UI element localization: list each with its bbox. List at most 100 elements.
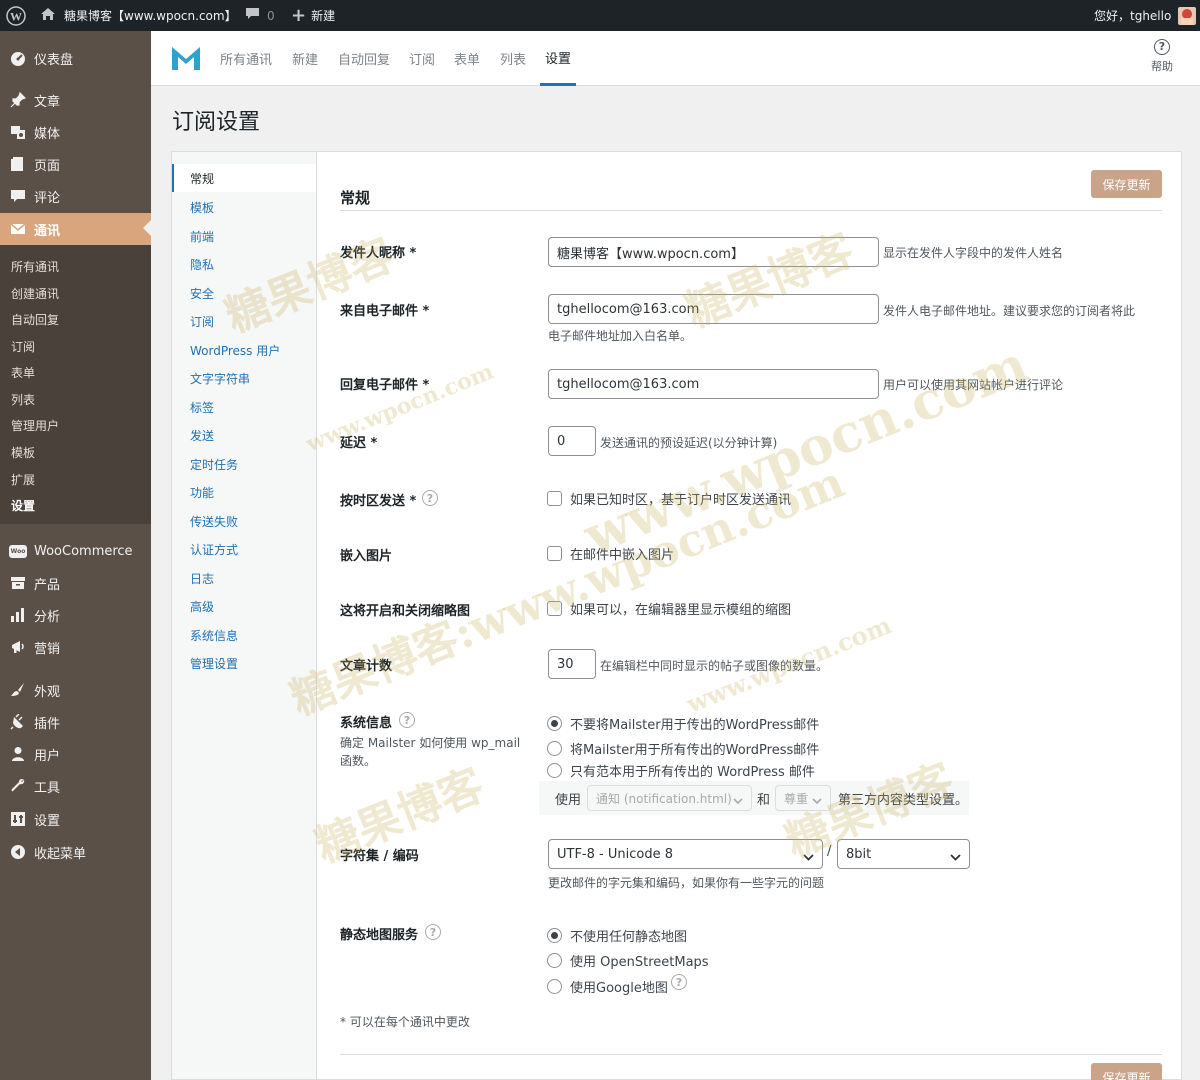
menu-collapse[interactable]: 收起菜单 xyxy=(0,837,151,867)
settings-nav: 常规 模板 前端 隐私 安全 订阅 WordPress 用户 文字字符串 标签 … xyxy=(171,151,318,1080)
menu-label: 收起菜单 xyxy=(34,846,87,862)
submenu-addons[interactable]: 扩展 xyxy=(11,471,35,488)
timezone-checkbox[interactable] xyxy=(547,491,562,506)
submenu-subscribers[interactable]: 订阅 xyxy=(11,338,35,355)
menu-settings[interactable]: 设置 xyxy=(0,804,151,834)
media-icon xyxy=(8,122,28,142)
comments-link[interactable]: 0 xyxy=(245,0,275,31)
menu-marketing[interactable]: 营销 xyxy=(0,632,151,662)
submenu-create-newsletter[interactable]: 创建通讯 xyxy=(11,285,59,302)
tab-new[interactable]: 新建 xyxy=(292,31,318,86)
settings-icon xyxy=(8,809,28,829)
system-mail-option-all: 将Mailster用于所有传出的WordPress邮件 xyxy=(570,743,820,758)
settings-nav-logs[interactable]: 日志 xyxy=(190,570,214,587)
avatar xyxy=(1178,6,1197,25)
settings-nav-capabilities[interactable]: 功能 xyxy=(190,484,214,501)
help-icon: ? xyxy=(1154,39,1170,55)
from-email-input[interactable]: tghellocom@163.com xyxy=(548,294,879,324)
submenu-all-newsletters[interactable]: 所有通讯 xyxy=(11,258,59,275)
settings-nav-bounce[interactable]: 传送失败 xyxy=(190,513,238,530)
settings-nav-template[interactable]: 模板 xyxy=(190,199,214,216)
menu-appearance[interactable]: 外观 xyxy=(0,675,151,705)
menu-dashboard[interactable]: 仪表盘 xyxy=(0,43,151,73)
help-icon[interactable]: ? xyxy=(422,490,438,506)
site-home-link[interactable]: 糖果博客【www.wpocn.com】 xyxy=(40,0,237,31)
system-mail-radio-template[interactable] xyxy=(547,763,562,778)
settings-nav-wordpress-users[interactable]: WordPress 用户 xyxy=(190,342,280,359)
thumbnails-description: 如果可以，在编辑器里显示模组的缩图 xyxy=(570,603,792,618)
reply-email-input[interactable]: tghellocom@163.com xyxy=(548,369,879,399)
menu-media[interactable]: 媒体 xyxy=(0,117,151,147)
submenu-settings[interactable]: 设置 xyxy=(11,497,35,514)
settings-nav-authentication[interactable]: 认证方式 xyxy=(190,541,238,558)
help-icon[interactable]: ? xyxy=(399,712,415,728)
static-map-radio-none[interactable] xyxy=(547,928,562,943)
settings-nav-subscribers[interactable]: 订阅 xyxy=(190,313,214,330)
submenu-forms[interactable]: 表单 xyxy=(11,364,35,381)
settings-nav-general[interactable]: 常规 xyxy=(172,164,318,192)
encoding-select[interactable]: 8bit xyxy=(837,839,970,869)
menu-pages[interactable]: 页面 xyxy=(0,149,151,179)
newsletter-submenu: 所有通讯 创建通讯 自动回复 订阅 表单 列表 管理用户 模板 扩展 设置 xyxy=(0,245,151,524)
tab-settings[interactable]: 设置 xyxy=(540,31,577,86)
help-icon[interactable]: ? xyxy=(425,924,441,940)
my-account-link[interactable]: 您好，tghello xyxy=(1094,0,1197,31)
tab-subscribers[interactable]: 订阅 xyxy=(409,31,435,86)
submenu-autoresponder[interactable]: 自动回复 xyxy=(11,311,59,328)
static-map-radio-google[interactable] xyxy=(547,979,562,994)
post-count-input[interactable]: 30 xyxy=(548,649,596,679)
menu-users[interactable]: 用户 xyxy=(0,739,151,769)
menu-comments[interactable]: 评论 xyxy=(0,181,151,211)
submenu-manage-subscribers[interactable]: 管理用户 xyxy=(11,417,59,434)
help-button[interactable]: ? 帮助 xyxy=(1147,39,1177,74)
system-mail-subtext-cont: 函数。 xyxy=(340,754,377,768)
submenu-lists[interactable]: 列表 xyxy=(11,391,35,408)
menu-analytics[interactable]: 分析 xyxy=(0,600,151,630)
settings-nav-delivery[interactable]: 发送 xyxy=(190,427,214,444)
settings-nav-tags[interactable]: 标签 xyxy=(190,399,214,416)
settings-nav-manage-settings[interactable]: 管理设置 xyxy=(190,655,238,672)
thumbnails-checkbox[interactable] xyxy=(547,601,562,616)
mailster-logo[interactable] xyxy=(171,45,201,75)
tab-all-newsletters[interactable]: 所有通讯 xyxy=(220,31,272,86)
comments-count: 0 xyxy=(267,8,275,23)
menu-label: 通讯 xyxy=(34,223,61,239)
save-button[interactable]: 保存更新 xyxy=(1091,170,1162,198)
menu-label: 外观 xyxy=(34,684,61,700)
help-icon[interactable]: ? xyxy=(671,974,687,990)
system-mail-radio-all[interactable] xyxy=(547,741,562,756)
woocommerce-icon: Woo xyxy=(8,541,28,561)
save-button-bottom[interactable]: 保存更新 xyxy=(1091,1063,1162,1080)
template-select[interactable]: 通知 (notification.html) xyxy=(587,785,752,811)
settings-nav-frontend[interactable]: 前端 xyxy=(190,228,214,245)
settings-nav-advanced[interactable]: 高级 xyxy=(190,598,214,615)
menu-posts[interactable]: 文章 xyxy=(0,85,151,115)
help-label: 帮助 xyxy=(1151,60,1173,73)
svg-text:W: W xyxy=(10,9,22,23)
embed-images-checkbox[interactable] xyxy=(547,546,562,561)
charset-select-value: UTF-8 - Unicode 8 xyxy=(557,846,673,862)
settings-nav-text-strings[interactable]: 文字字符串 xyxy=(190,370,250,387)
tab-autoresponder[interactable]: 自动回复 xyxy=(338,31,390,86)
settings-nav-privacy[interactable]: 隐私 xyxy=(190,256,214,273)
charset-select[interactable]: UTF-8 - Unicode 8 xyxy=(548,839,823,869)
respect-select[interactable]: 尊重 xyxy=(775,785,831,811)
menu-tools[interactable]: 工具 xyxy=(0,771,151,801)
settings-nav-security[interactable]: 安全 xyxy=(190,285,214,302)
new-content-link[interactable]: + 新建 xyxy=(291,0,335,31)
wordpress-logo-icon[interactable]: W xyxy=(6,0,26,31)
system-mail-radio-off[interactable] xyxy=(547,716,562,731)
sender-name-input[interactable]: 糖果博客【www.wpocn.com】 xyxy=(548,237,879,267)
tab-lists[interactable]: 列表 xyxy=(500,31,526,86)
settings-nav-system-info[interactable]: 系统信息 xyxy=(190,627,238,644)
tab-forms[interactable]: 表单 xyxy=(454,31,480,86)
reply-email-description: 用户可以使用其网站帐户进行评论 xyxy=(883,378,1064,392)
menu-woocommerce[interactable]: Woo WooCommerce xyxy=(0,536,151,566)
menu-newsletter[interactable]: 通讯 xyxy=(0,213,151,245)
settings-nav-cron[interactable]: 定时任务 xyxy=(190,456,238,473)
menu-plugins[interactable]: 插件 xyxy=(0,707,151,737)
submenu-templates[interactable]: 模板 xyxy=(11,444,35,461)
delay-input[interactable]: 0 xyxy=(548,426,596,456)
static-map-radio-osm[interactable] xyxy=(547,953,562,968)
menu-products[interactable]: 产品 xyxy=(0,568,151,598)
